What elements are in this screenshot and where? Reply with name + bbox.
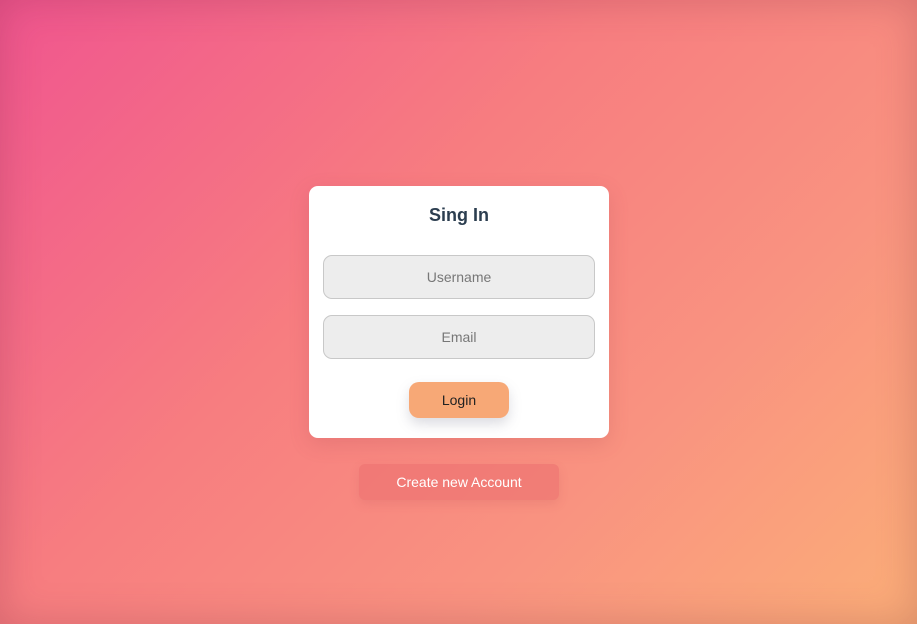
form-title: Sing In	[429, 205, 489, 225]
login-button[interactable]: Login	[409, 382, 509, 418]
page-background: { "login_form": { "title": "Sing In", "u…	[0, 0, 917, 624]
username-input[interactable]	[323, 255, 595, 299]
login-card: Sing In Login	[309, 186, 609, 438]
create-account-button[interactable]: Create new Account	[359, 464, 559, 500]
email-input[interactable]	[323, 315, 595, 359]
